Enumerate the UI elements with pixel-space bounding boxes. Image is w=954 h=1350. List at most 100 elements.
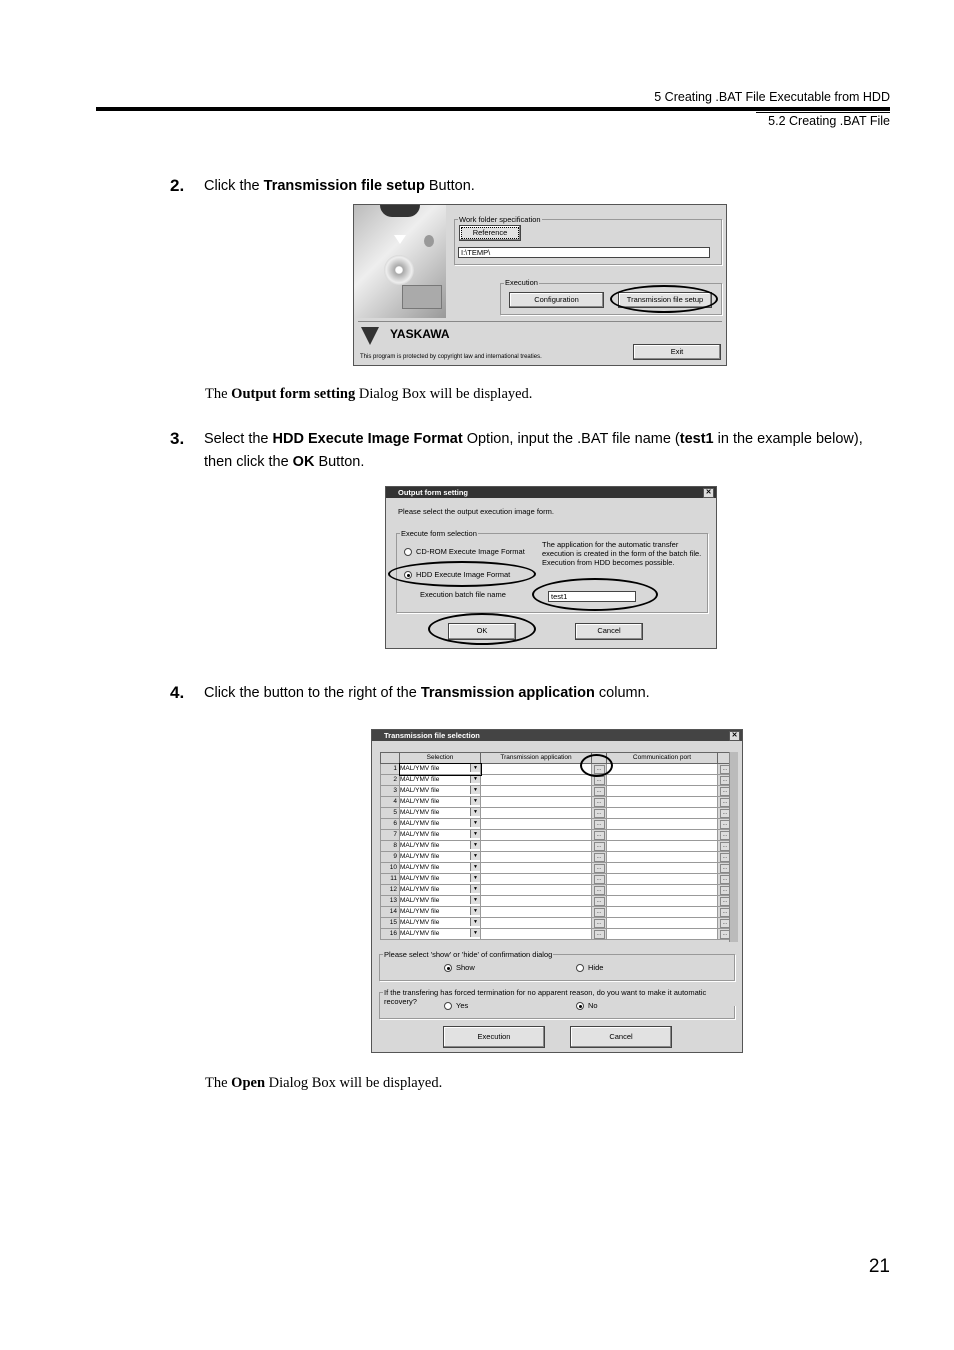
- transmission-application-cell[interactable]: [480, 829, 592, 841]
- browse-cell[interactable]: ...: [591, 884, 607, 896]
- browse-button[interactable]: ...: [593, 863, 605, 873]
- show-option[interactable]: Show: [444, 963, 475, 973]
- communication-port-cell[interactable]: [606, 774, 718, 786]
- dropdown-arrow-icon[interactable]: ▼: [470, 841, 480, 849]
- dropdown-arrow-icon[interactable]: ▼: [470, 885, 480, 893]
- transmission-application-cell[interactable]: [480, 873, 592, 885]
- browse-cell[interactable]: ...: [591, 796, 607, 808]
- dropdown-arrow-icon[interactable]: ▼: [470, 918, 480, 926]
- dropdown-arrow-icon[interactable]: ▼: [470, 896, 480, 904]
- folder-path-field[interactable]: I:\TEMP\: [458, 247, 710, 258]
- dropdown-arrow-icon[interactable]: ▼: [470, 863, 480, 871]
- browse-cell[interactable]: ...: [591, 895, 607, 907]
- selection-cell[interactable]: MAL/YMV file ▼: [399, 884, 481, 896]
- communication-port-cell[interactable]: [606, 807, 718, 819]
- browse-button[interactable]: ...: [593, 929, 605, 939]
- transmission-application-cell[interactable]: [480, 884, 592, 896]
- browse-button[interactable]: ...: [593, 830, 605, 840]
- browse-button[interactable]: ...: [593, 874, 605, 884]
- communication-port-cell[interactable]: [606, 851, 718, 863]
- selection-cell[interactable]: MAL/YMV file ▼: [399, 807, 481, 819]
- selection-cell[interactable]: MAL/YMV file ▼: [399, 785, 481, 797]
- communication-port-cell[interactable]: [606, 862, 718, 874]
- scrollbar[interactable]: [729, 752, 738, 942]
- selection-cell[interactable]: MAL/YMV file ▼: [399, 829, 481, 841]
- browse-button[interactable]: ...: [593, 907, 605, 917]
- dropdown-arrow-icon[interactable]: ▼: [470, 797, 480, 805]
- cdrom-option[interactable]: CD-ROM Execute Image Format: [404, 547, 525, 557]
- yes-option[interactable]: Yes: [444, 1001, 468, 1011]
- communication-port-cell[interactable]: [606, 906, 718, 918]
- selection-cell[interactable]: MAL/YMV file ▼: [399, 873, 481, 885]
- browse-button[interactable]: ...: [593, 819, 605, 829]
- browse-button[interactable]: ...: [593, 918, 605, 928]
- transmission-application-cell[interactable]: [480, 807, 592, 819]
- selection-cell[interactable]: MAL/YMV file ▼: [399, 928, 481, 940]
- transmission-application-cell[interactable]: [480, 796, 592, 808]
- dropdown-arrow-icon[interactable]: ▼: [470, 830, 480, 838]
- dropdown-arrow-icon[interactable]: ▼: [470, 907, 480, 915]
- cancel-button[interactable]: Cancel: [575, 623, 643, 640]
- communication-port-cell[interactable]: [606, 873, 718, 885]
- browse-cell[interactable]: ...: [591, 862, 607, 874]
- hide-option[interactable]: Hide: [576, 963, 603, 973]
- communication-port-cell[interactable]: [606, 895, 718, 907]
- dropdown-arrow-icon[interactable]: ▼: [470, 819, 480, 827]
- communication-port-cell[interactable]: [606, 785, 718, 797]
- selection-cell[interactable]: MAL/YMV file ▼: [399, 851, 481, 863]
- dropdown-arrow-icon[interactable]: ▼: [470, 808, 480, 816]
- radio-button-selected[interactable]: [576, 1002, 584, 1011]
- radio-button[interactable]: [576, 964, 584, 973]
- dropdown-arrow-icon[interactable]: ▼: [470, 874, 480, 882]
- browse-cell[interactable]: ...: [591, 840, 607, 852]
- transmission-application-cell[interactable]: [480, 928, 592, 940]
- no-option[interactable]: No: [576, 1001, 598, 1011]
- radio-button[interactable]: [404, 548, 412, 557]
- transmission-application-cell[interactable]: [480, 818, 592, 830]
- browse-cell[interactable]: ...: [591, 851, 607, 863]
- exit-button[interactable]: Exit: [633, 344, 721, 360]
- communication-port-cell[interactable]: [606, 840, 718, 852]
- cancel-button[interactable]: Cancel: [570, 1026, 672, 1048]
- selection-cell[interactable]: MAL/YMV file ▼: [399, 818, 481, 830]
- communication-port-cell[interactable]: [606, 763, 718, 775]
- browse-button[interactable]: ...: [593, 852, 605, 862]
- selection-cell[interactable]: MAL/YMV file ▼: [399, 906, 481, 918]
- browse-button[interactable]: ...: [593, 797, 605, 807]
- browse-button[interactable]: ...: [593, 786, 605, 796]
- selection-cell[interactable]: MAL/YMV file ▼: [399, 862, 481, 874]
- selection-cell[interactable]: MAL/YMV file ▼: [399, 796, 481, 808]
- browse-button[interactable]: ...: [593, 896, 605, 906]
- close-icon[interactable]: ✕: [729, 731, 740, 741]
- browse-cell[interactable]: ...: [591, 807, 607, 819]
- communication-port-cell[interactable]: [606, 796, 718, 808]
- communication-port-cell[interactable]: [606, 818, 718, 830]
- browse-cell[interactable]: ...: [591, 818, 607, 830]
- selection-cell[interactable]: MAL/YMV file ▼: [399, 840, 481, 852]
- browse-cell[interactable]: ...: [591, 917, 607, 929]
- dropdown-arrow-icon[interactable]: ▼: [470, 764, 480, 772]
- browse-cell[interactable]: ...: [591, 785, 607, 797]
- transmission-application-cell[interactable]: [480, 895, 592, 907]
- selection-cell[interactable]: MAL/YMV file ▼: [399, 774, 481, 786]
- browse-cell[interactable]: ...: [591, 906, 607, 918]
- browse-cell[interactable]: ...: [591, 928, 607, 940]
- transmission-application-cell[interactable]: [480, 862, 592, 874]
- transmission-application-cell[interactable]: [480, 774, 592, 786]
- communication-port-cell[interactable]: [606, 928, 718, 940]
- transmission-application-cell[interactable]: [480, 763, 592, 775]
- dropdown-arrow-icon[interactable]: ▼: [470, 786, 480, 794]
- transmission-application-cell[interactable]: [480, 917, 592, 929]
- dropdown-arrow-icon[interactable]: ▼: [470, 852, 480, 860]
- dropdown-arrow-icon[interactable]: ▼: [470, 775, 480, 783]
- configuration-button[interactable]: Configuration: [509, 292, 604, 308]
- selection-cell[interactable]: MAL/YMV file ▼: [399, 895, 481, 907]
- communication-port-cell[interactable]: [606, 829, 718, 841]
- transmission-application-cell[interactable]: [480, 906, 592, 918]
- browse-cell[interactable]: ...: [591, 873, 607, 885]
- transmission-application-cell[interactable]: [480, 785, 592, 797]
- selection-cell[interactable]: MAL/YMV file ▼: [399, 917, 481, 929]
- communication-port-cell[interactable]: [606, 917, 718, 929]
- execution-button[interactable]: Execution: [443, 1026, 545, 1048]
- browse-cell[interactable]: ...: [591, 829, 607, 841]
